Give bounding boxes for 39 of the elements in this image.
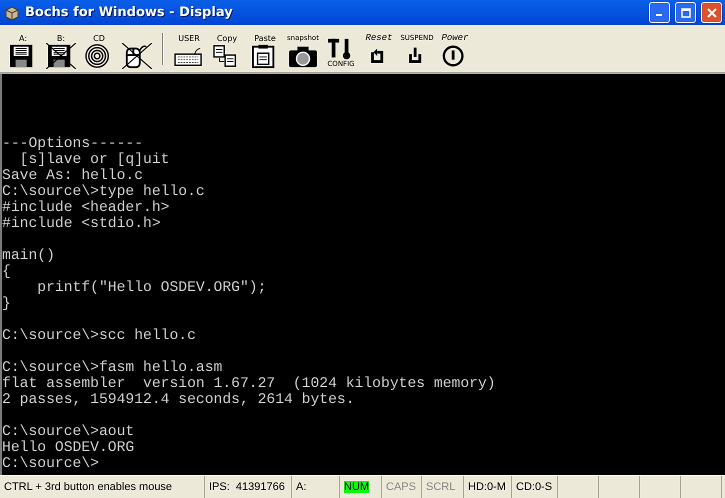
maximize-icon	[680, 8, 690, 18]
status-indicator: CAPS	[386, 481, 416, 493]
window-title: Bochs for Windows - Display	[25, 5, 233, 20]
maximize-button[interactable]	[675, 2, 696, 23]
terminal-line: Hello OSDEV.ORG	[2, 440, 134, 456]
status-text: CTRL + 3rd button enables mouse	[4, 481, 172, 493]
terminal-line: flat assembler version 1.67.27 (1024 kilobytes memory)	[2, 376, 496, 392]
status-text: A:	[296, 481, 306, 493]
terminal-line: #include <header.h>	[2, 200, 170, 216]
close-button[interactable]	[701, 2, 722, 23]
reset-arrow-button[interactable]: Reset	[362, 27, 396, 69]
terminal-line: {	[2, 264, 11, 280]
keyboard-button[interactable]: USER	[172, 27, 206, 69]
terminal-line: C:\source\>	[2, 456, 99, 472]
status-text: HD:0-M	[468, 481, 506, 493]
terminal-line: 2 passes, 1594912.4 seconds, 2614 bytes.	[2, 392, 355, 408]
close-icon	[706, 8, 716, 18]
clipboard-button[interactable]: Paste	[248, 27, 282, 69]
minimize-button[interactable]	[649, 2, 670, 23]
copy-button[interactable]: Copy	[210, 27, 244, 69]
terminal-line: C:\source\>aout	[2, 424, 134, 440]
terminal-line: C:\source\>type hello.c	[2, 184, 205, 200]
terminal-line: [s]lave or [q]uit	[18, 152, 170, 168]
terminal-line: C:\source\>fasm hello.asm	[2, 360, 222, 376]
floppy-disk-button[interactable]: A:	[6, 27, 40, 69]
status-text: CD:0-S	[516, 481, 552, 493]
terminal-line: main()	[2, 248, 55, 264]
status-indicator: SCRL	[426, 481, 456, 493]
terminal-line: printf("Hello OSDEV.ORG");	[36, 280, 266, 296]
terminal-line: ---Options------	[2, 136, 144, 152]
terminal-line: }	[2, 296, 11, 312]
terminal-line: C:\source\>scc hello.c	[2, 328, 196, 344]
status-text: IPS: 41391766	[209, 481, 285, 493]
cd-button[interactable]: CD	[82, 27, 116, 69]
status-indicator: NUM	[344, 481, 370, 493]
box-icon	[4, 4, 20, 20]
power-button[interactable]: Power	[438, 27, 472, 69]
terminal-line: Save As: hello.c	[2, 168, 144, 184]
terminal-line: #include <stdio.h>	[2, 216, 161, 232]
